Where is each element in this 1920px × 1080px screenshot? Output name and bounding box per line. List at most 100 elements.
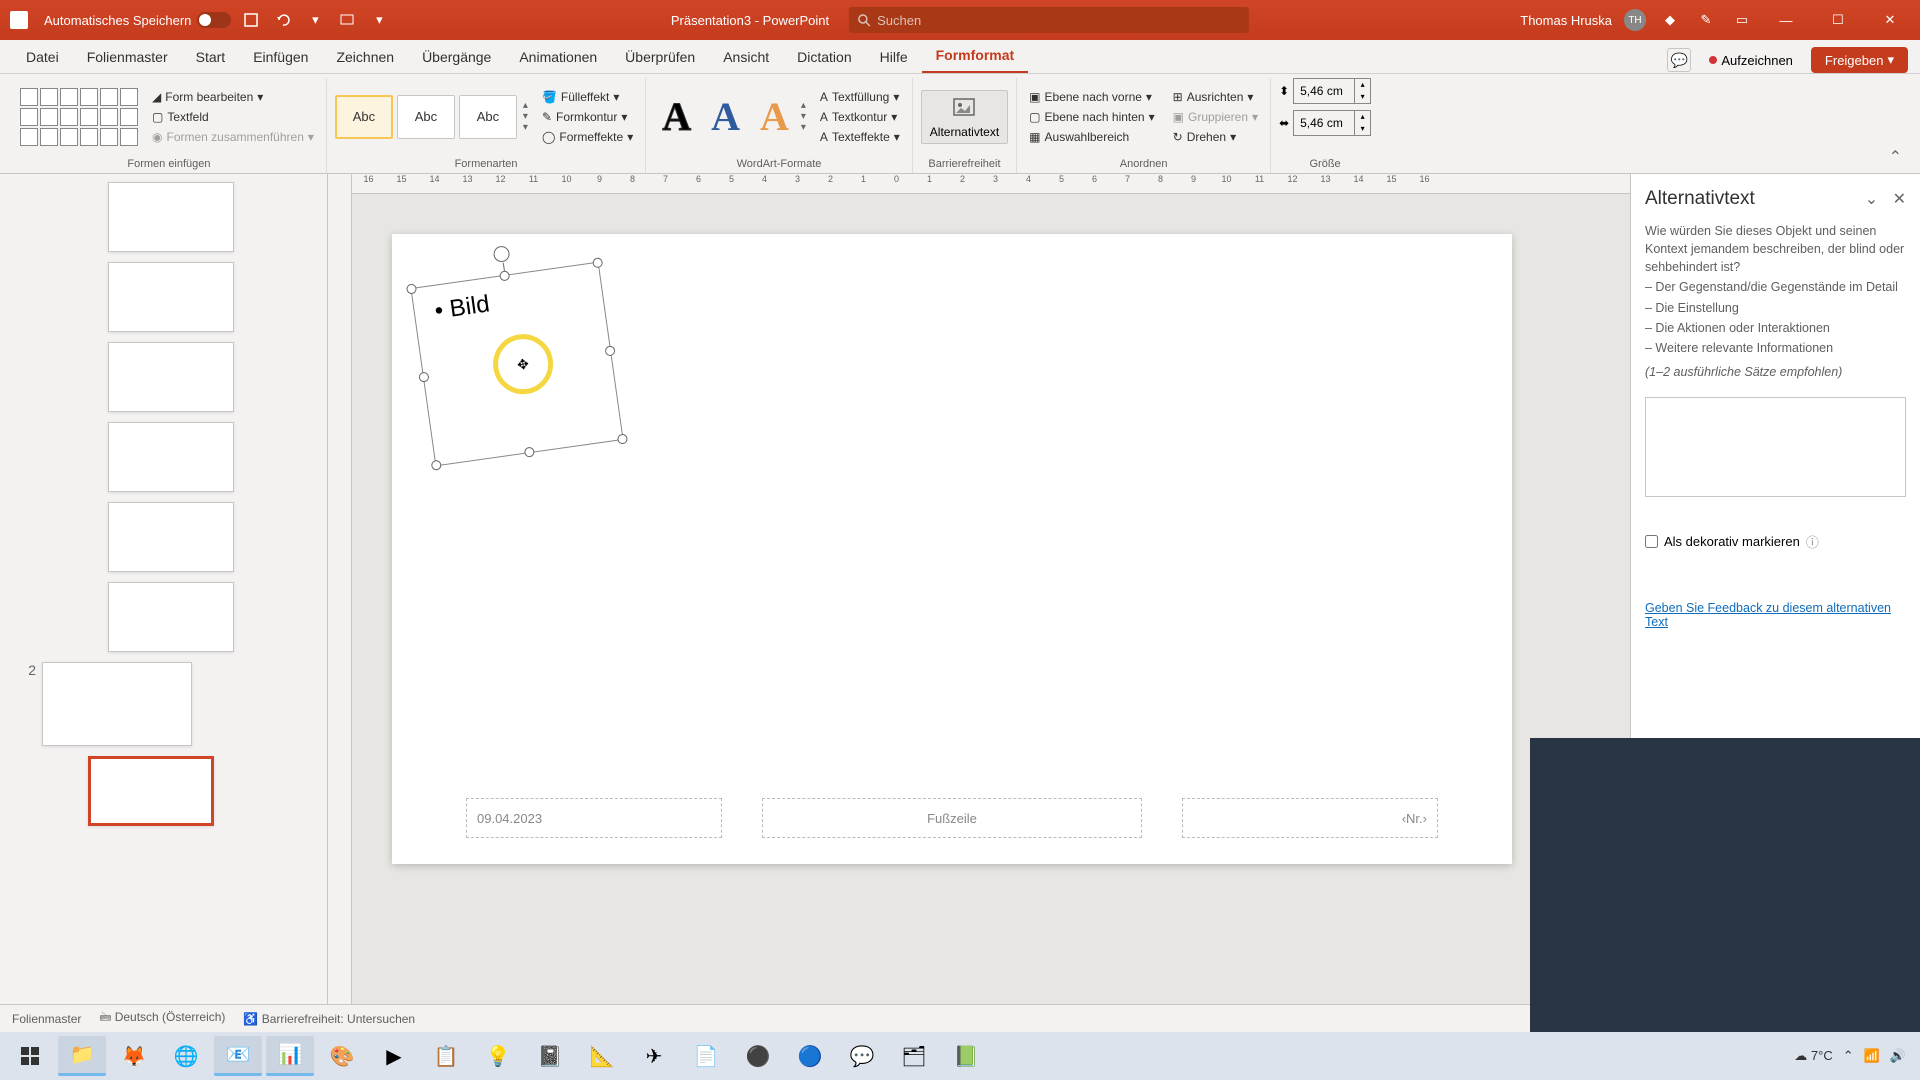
tab-formformat[interactable]: Formformat xyxy=(922,39,1029,73)
system-tray[interactable]: ☁ 7°C ⌃ 📶 🔊 xyxy=(1794,1048,1914,1064)
resize-handle-tl[interactable] xyxy=(406,283,417,294)
status-view[interactable]: Folienmaster xyxy=(12,1012,81,1026)
layout-thumb-5[interactable] xyxy=(108,502,234,572)
share-button[interactable]: Freigeben ▾ xyxy=(1811,47,1908,73)
onenote-icon[interactable]: 📓 xyxy=(526,1036,574,1076)
tab-ansicht[interactable]: Ansicht xyxy=(709,41,783,73)
wordart-gallery-more[interactable]: ▴▾▾ xyxy=(801,100,806,133)
resize-handle-r[interactable] xyxy=(604,345,615,356)
shapes-gallery[interactable] xyxy=(20,88,138,146)
rotate-button[interactable]: ↻Drehen ▾ xyxy=(1169,128,1262,146)
tab-uebergaenge[interactable]: Übergänge xyxy=(408,41,505,73)
date-placeholder[interactable]: 09.04.2023 xyxy=(466,798,722,838)
tab-animationen[interactable]: Animationen xyxy=(505,41,611,73)
layout-thumb-4[interactable] xyxy=(108,422,234,492)
alt-text-input[interactable] xyxy=(1645,397,1906,497)
excel-icon[interactable]: 📗 xyxy=(942,1036,990,1076)
panel-collapse-icon[interactable]: ⌄ xyxy=(1865,191,1878,208)
tray-sound-icon[interactable]: 🔊 xyxy=(1890,1048,1906,1064)
tab-hilfe[interactable]: Hilfe xyxy=(866,41,922,73)
minimize-button[interactable]: — xyxy=(1766,5,1806,35)
search-input[interactable] xyxy=(877,13,1241,28)
resize-handle-bl[interactable] xyxy=(431,460,442,471)
height-input[interactable]: 5,46 cm▴▾ xyxy=(1293,78,1371,104)
app-icon-2[interactable]: 📋 xyxy=(422,1036,470,1076)
tab-folienmaster[interactable]: Folienmaster xyxy=(73,41,182,73)
obs-icon[interactable]: ⚫ xyxy=(734,1036,782,1076)
effects-button[interactable]: ◯Formeffekte ▾ xyxy=(538,128,637,146)
chrome-icon[interactable]: 🌐 xyxy=(162,1036,210,1076)
footer-placeholder[interactable]: Fußzeile xyxy=(762,798,1142,838)
collapse-ribbon-icon[interactable]: ⌃ xyxy=(1883,141,1908,173)
tray-network-icon[interactable]: 📶 xyxy=(1864,1048,1880,1064)
slide-canvas[interactable]: • Bild ✥ 09.04.2023 Fußzeile ‹Nr.› xyxy=(392,234,1512,864)
window-icon[interactable]: ▭ xyxy=(1730,8,1754,32)
text-outline-button[interactable]: ATextkontur ▾ xyxy=(816,108,904,126)
layout-thumb-6[interactable] xyxy=(108,582,234,652)
status-lang[interactable]: 🖮 Deutsch (Österreich) xyxy=(99,1008,225,1029)
slide-thumbnails-panel[interactable]: 2 xyxy=(0,174,328,1004)
search-box[interactable] xyxy=(849,7,1249,33)
resize-handle-b[interactable] xyxy=(524,446,535,457)
tab-einfuegen[interactable]: Einfügen xyxy=(239,41,322,73)
selection-pane-button[interactable]: ▦Auswahlbereich xyxy=(1025,128,1158,146)
diamond-icon[interactable]: ◆ xyxy=(1658,8,1682,32)
width-input[interactable]: 5,46 cm▴▾ xyxy=(1293,110,1371,136)
shape-style-2[interactable]: Abc xyxy=(397,95,455,139)
tab-zeichnen[interactable]: Zeichnen xyxy=(322,41,408,73)
feedback-link[interactable]: Geben Sie Feedback zu diesem alternative… xyxy=(1645,601,1906,629)
app-icon-7[interactable]: 🗂 xyxy=(890,1036,938,1076)
explorer-icon[interactable]: 📁 xyxy=(58,1036,106,1076)
present-icon[interactable] xyxy=(335,8,359,32)
bring-forward-button[interactable]: ▣Ebene nach vorne ▾ xyxy=(1025,88,1158,106)
user-name[interactable]: Thomas Hruska xyxy=(1520,13,1612,28)
shape-style-3[interactable]: Abc xyxy=(459,95,517,139)
app-icon-5[interactable]: 🔵 xyxy=(786,1036,834,1076)
tab-ueberpruefen[interactable]: Überprüfen xyxy=(611,41,709,73)
tab-datei[interactable]: Datei xyxy=(12,41,73,73)
avatar[interactable]: TH xyxy=(1624,9,1646,31)
info-icon[interactable]: ⓘ xyxy=(1806,532,1819,551)
alt-text-button[interactable]: Alternativtext xyxy=(921,90,1008,144)
powerpoint-icon[interactable]: 📊 xyxy=(266,1036,314,1076)
textbox-button[interactable]: ▢Textfeld xyxy=(148,108,318,126)
app-icon-3[interactable]: 💡 xyxy=(474,1036,522,1076)
edit-shape-button[interactable]: ◢Form bearbeiten ▾ xyxy=(148,88,318,106)
maximize-button[interactable]: ☐ xyxy=(1818,5,1858,35)
master-thumb-2[interactable] xyxy=(42,662,192,746)
layout-thumb-1[interactable] xyxy=(108,182,234,252)
record-button[interactable]: Aufzeichnen xyxy=(1699,49,1803,72)
text-fill-button[interactable]: ATextfüllung ▾ xyxy=(816,88,904,106)
tray-chevron-icon[interactable]: ⌃ xyxy=(1843,1048,1854,1064)
visio-icon[interactable]: 📐 xyxy=(578,1036,626,1076)
resize-handle-tr[interactable] xyxy=(592,257,603,268)
selected-shape[interactable]: • Bild ✥ xyxy=(410,262,623,467)
pagenum-placeholder[interactable]: ‹Nr.› xyxy=(1182,798,1438,838)
toggle-switch[interactable] xyxy=(197,12,231,28)
decorative-checkbox[interactable]: Als dekorativ markieren ⓘ xyxy=(1645,532,1906,551)
start-button[interactable] xyxy=(6,1036,54,1076)
fill-button[interactable]: 🪣Fülleffekt ▾ xyxy=(538,88,637,106)
app-icon-4[interactable]: 📄 xyxy=(682,1036,730,1076)
close-button[interactable]: ✕ xyxy=(1870,5,1910,35)
wordart-style-2[interactable]: A xyxy=(703,93,748,140)
firefox-icon[interactable]: 🦊 xyxy=(110,1036,158,1076)
tab-dictation[interactable]: Dictation xyxy=(783,41,865,73)
resize-handle-t[interactable] xyxy=(499,270,510,281)
resize-handle-br[interactable] xyxy=(617,433,628,444)
rotation-handle[interactable] xyxy=(493,245,511,263)
text-effects-button[interactable]: ATexteffekte ▾ xyxy=(816,128,904,146)
autosave-toggle[interactable]: Automatisches Speichern xyxy=(44,12,231,28)
status-accessibility[interactable]: ♿ Barrierefreiheit: Untersuchen xyxy=(243,1012,415,1026)
redo-icon[interactable]: ▾ xyxy=(303,8,327,32)
panel-close-icon[interactable]: ✕ xyxy=(1893,191,1906,208)
wordart-style-1[interactable]: A xyxy=(654,93,699,140)
save-icon[interactable] xyxy=(239,8,263,32)
align-button[interactable]: ⊞Ausrichten ▾ xyxy=(1169,88,1262,106)
comments-icon[interactable]: 💬 xyxy=(1667,48,1691,72)
send-backward-button[interactable]: ▢Ebene nach hinten ▾ xyxy=(1025,108,1158,126)
shape-style-1[interactable]: Abc xyxy=(335,95,393,139)
pen-icon[interactable]: ✎ xyxy=(1694,8,1718,32)
outline-button[interactable]: ✎Formkontur ▾ xyxy=(538,108,637,126)
style-gallery-more[interactable]: ▴▾▾ xyxy=(523,100,528,133)
